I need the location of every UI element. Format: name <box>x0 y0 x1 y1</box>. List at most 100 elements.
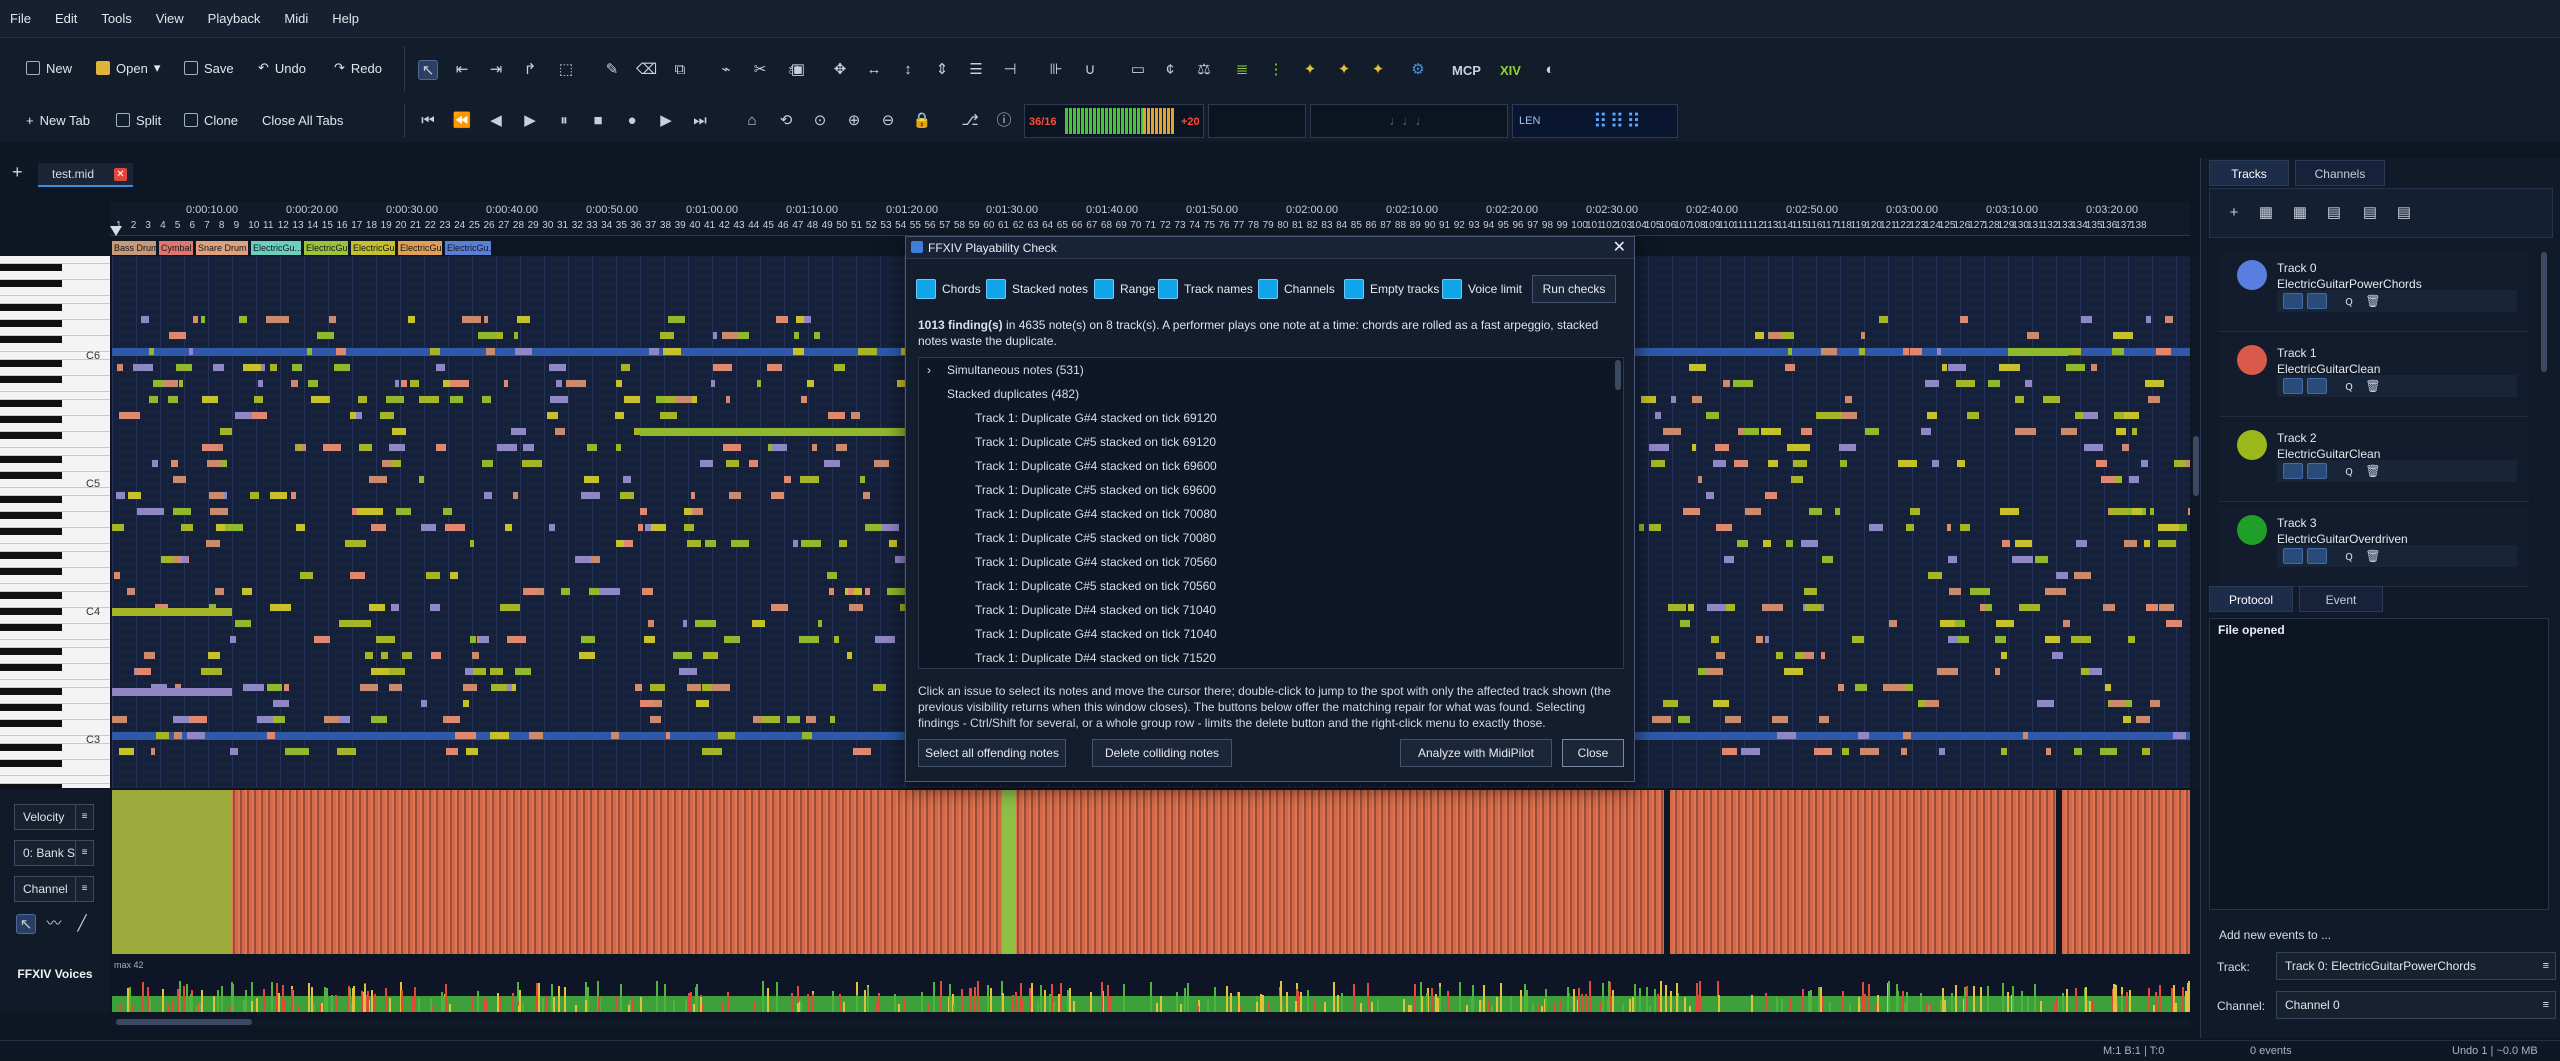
note[interactable] <box>703 652 718 659</box>
note[interactable] <box>421 700 427 707</box>
menu-help[interactable]: Help <box>332 11 359 26</box>
note[interactable] <box>339 620 357 627</box>
note[interactable] <box>507 636 526 643</box>
track-card[interactable]: Track 1 ElectricGuitarClean ꞯ 🗑 <box>2219 337 2529 417</box>
note[interactable] <box>371 668 391 675</box>
track-label-chip[interactable]: Cymbal <box>159 241 193 255</box>
trash-icon[interactable]: 🗑 <box>2363 293 2383 309</box>
note[interactable] <box>2001 652 2007 659</box>
note[interactable] <box>337 748 356 755</box>
note[interactable] <box>2150 508 2154 515</box>
note[interactable] <box>638 524 643 531</box>
note[interactable] <box>2045 636 2060 643</box>
track-tool-5-icon[interactable]: ▤ <box>2394 203 2414 223</box>
note[interactable] <box>517 316 530 323</box>
note[interactable] <box>308 380 318 387</box>
stop-icon[interactable]: ■ <box>588 111 608 131</box>
scale-icon[interactable]: ⚖ <box>1194 60 1214 80</box>
rename-icon[interactable]: ꞯ <box>2339 378 2359 394</box>
note[interactable] <box>587 444 597 451</box>
note[interactable] <box>386 396 404 403</box>
note[interactable] <box>168 396 178 403</box>
robot-icon[interactable]: ⚙ <box>1408 60 1428 80</box>
equalize-icon[interactable]: ☰ <box>966 60 986 80</box>
note[interactable] <box>1948 364 1966 371</box>
box-select-icon[interactable]: ⬚ <box>556 60 576 80</box>
black-key[interactable] <box>0 336 62 343</box>
note[interactable] <box>242 588 252 595</box>
note[interactable] <box>360 684 378 691</box>
note[interactable] <box>687 684 701 691</box>
note[interactable] <box>581 636 595 643</box>
note[interactable] <box>1763 540 1771 547</box>
note[interactable] <box>2124 412 2139 419</box>
note[interactable] <box>547 412 558 419</box>
note[interactable] <box>462 316 481 323</box>
xiv-button[interactable]: XIV <box>1492 56 1529 84</box>
note[interactable] <box>220 428 232 435</box>
split-button[interactable]: Split <box>108 106 169 134</box>
skip-to-end-icon[interactable]: ⏭ <box>690 111 710 131</box>
note[interactable] <box>202 444 219 451</box>
tab-channels[interactable]: Channels <box>2295 160 2385 186</box>
note[interactable] <box>127 588 135 595</box>
note[interactable] <box>1786 540 1793 547</box>
note[interactable] <box>624 396 640 403</box>
note[interactable] <box>1641 396 1656 403</box>
note[interactable] <box>484 316 488 323</box>
track-list-scrollbar[interactable] <box>2541 252 2547 372</box>
magnet-icon[interactable]: ∪ <box>1080 60 1100 80</box>
new-button[interactable]: New <box>18 54 80 82</box>
note[interactable] <box>463 700 469 707</box>
note[interactable] <box>2089 668 2102 675</box>
note[interactable] <box>2173 732 2186 739</box>
note[interactable] <box>1889 620 1897 627</box>
note[interactable] <box>1651 460 1665 467</box>
align-right-icon[interactable]: ⊣ <box>1000 60 1020 80</box>
note[interactable] <box>336 348 346 355</box>
note[interactable] <box>2096 460 2107 467</box>
note[interactable] <box>153 380 164 387</box>
note[interactable] <box>408 316 415 323</box>
note[interactable] <box>1755 332 1764 339</box>
trash-icon[interactable]: 🗑 <box>2363 548 2383 564</box>
note[interactable] <box>853 748 871 755</box>
note[interactable] <box>1921 428 1931 435</box>
note[interactable] <box>666 732 670 739</box>
note[interactable] <box>2146 604 2158 611</box>
note[interactable] <box>673 652 692 659</box>
note[interactable] <box>181 524 193 531</box>
note[interactable] <box>1723 380 1730 387</box>
note[interactable] <box>1956 380 1975 387</box>
note[interactable] <box>218 444 223 451</box>
note[interactable] <box>656 396 663 403</box>
note[interactable] <box>2116 428 2126 435</box>
note[interactable] <box>173 476 186 483</box>
note[interactable] <box>1655 412 1661 419</box>
note[interactable] <box>1822 556 1833 563</box>
check-track-names[interactable]: Track names <box>1158 279 1253 299</box>
note[interactable] <box>291 380 298 387</box>
note[interactable] <box>1698 476 1702 483</box>
black-key[interactable] <box>0 648 62 655</box>
note[interactable] <box>389 668 405 675</box>
note[interactable] <box>1711 636 1719 643</box>
note[interactable] <box>2188 508 2190 515</box>
note[interactable] <box>250 492 259 499</box>
note[interactable] <box>1852 636 1864 643</box>
note[interactable] <box>621 364 630 371</box>
move-icon[interactable]: ✥ <box>830 60 850 80</box>
note[interactable] <box>511 428 526 435</box>
note[interactable] <box>285 748 303 755</box>
menu-tools[interactable]: Tools <box>101 11 131 26</box>
note[interactable] <box>2174 460 2186 467</box>
note[interactable] <box>522 460 542 467</box>
save-button[interactable]: Save <box>176 54 242 82</box>
note[interactable] <box>684 524 694 531</box>
note[interactable] <box>640 508 647 515</box>
note[interactable] <box>486 348 495 355</box>
black-key[interactable] <box>0 744 62 751</box>
check-voice-limit[interactable]: Voice limit <box>1442 279 1522 299</box>
note[interactable] <box>466 748 478 755</box>
track-label-chip[interactable]: ElectricGu... <box>351 241 395 255</box>
